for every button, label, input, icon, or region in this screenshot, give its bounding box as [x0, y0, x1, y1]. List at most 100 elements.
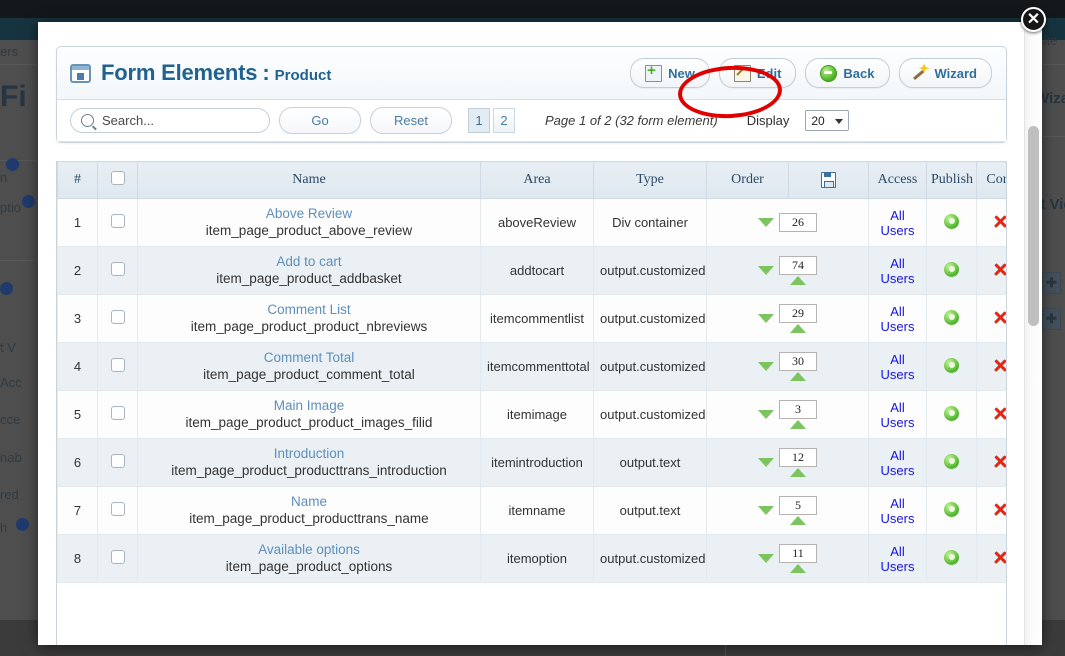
table-row[interactable]: 3 Comment List item_page_product_product_n…: [57, 294, 1006, 343]
row-name-link[interactable]: Comment List: [144, 302, 474, 318]
publish-status-icon[interactable]: [944, 405, 959, 421]
table-row[interactable]: 5 Main Image item_page_product_product_ima…: [57, 390, 1006, 439]
col-header-access[interactable]: Access: [868, 161, 927, 199]
row-access-link[interactable]: All Users: [881, 448, 915, 478]
move-up-arrow[interactable]: [790, 276, 806, 285]
page-button-1[interactable]: 1: [468, 108, 490, 133]
table-row[interactable]: 4 Comment Total item_page_product_comment_…: [57, 342, 1006, 391]
move-down-arrow[interactable]: [758, 218, 774, 227]
move-up-arrow[interactable]: [790, 372, 806, 381]
table-row[interactable]: 7 Name item_page_product_producttrans_name…: [57, 486, 1006, 535]
row-checkbox[interactable]: [110, 262, 125, 276]
col-header-type[interactable]: Type: [593, 161, 707, 199]
move-down-arrow[interactable]: [758, 554, 774, 563]
page-button-2[interactable]: 2: [493, 108, 515, 133]
edit-button[interactable]: Edit: [718, 58, 797, 88]
search-box[interactable]: [70, 108, 270, 133]
publish-status-icon[interactable]: [944, 261, 959, 277]
row-order-cell: [706, 342, 869, 391]
display-count-select[interactable]: 20: [805, 110, 850, 131]
modal-scrollbar-thumb[interactable]: [1028, 126, 1039, 326]
order-arrows: [758, 554, 774, 563]
publish-status-icon[interactable]: [944, 501, 959, 517]
col-header-index[interactable]: #: [57, 161, 98, 199]
move-up-arrow[interactable]: [790, 468, 806, 477]
row-access-link[interactable]: All Users: [881, 304, 915, 334]
publish-status-icon[interactable]: [944, 213, 959, 229]
go-button[interactable]: Go: [279, 107, 361, 134]
order-input[interactable]: [779, 448, 817, 467]
wizard-button[interactable]: Wizard: [898, 58, 992, 88]
close-modal-button[interactable]: ✕: [1021, 7, 1046, 32]
move-down-arrow[interactable]: [758, 410, 774, 419]
modal-scrollbar[interactable]: [1024, 30, 1042, 645]
row-name-code: item_page_product_options: [225, 559, 393, 574]
publish-status-icon[interactable]: [944, 357, 959, 373]
select-all-checkbox[interactable]: [110, 170, 125, 185]
move-up-arrow[interactable]: [790, 324, 806, 333]
core-status-icon[interactable]: [992, 453, 1006, 469]
search-input[interactable]: [100, 112, 259, 129]
row-name-link[interactable]: Available options: [144, 542, 474, 558]
order-input[interactable]: [779, 304, 817, 323]
row-name-link[interactable]: Main Image: [144, 398, 474, 414]
row-checkbox[interactable]: [110, 454, 125, 468]
core-status-icon[interactable]: [992, 357, 1006, 373]
order-input[interactable]: [779, 544, 817, 563]
row-access-link[interactable]: All Users: [881, 208, 915, 238]
table-row[interactable]: 6 Introduction item_page_product_producttr…: [57, 438, 1006, 487]
row-name-link[interactable]: Add to cart: [144, 254, 474, 270]
col-header-area[interactable]: Area: [480, 161, 594, 199]
move-down-arrow[interactable]: [758, 266, 774, 275]
move-down-arrow[interactable]: [758, 506, 774, 515]
reset-button[interactable]: Reset: [370, 107, 452, 134]
row-access-link[interactable]: All Users: [881, 496, 915, 526]
core-status-icon[interactable]: [992, 549, 1006, 565]
row-checkbox[interactable]: [110, 406, 125, 420]
save-order-icon[interactable]: [821, 171, 836, 188]
back-button[interactable]: Back: [805, 58, 890, 88]
row-name-link[interactable]: Above Review: [144, 206, 474, 222]
row-checkbox[interactable]: [110, 358, 125, 372]
row-access-link[interactable]: All Users: [881, 256, 915, 286]
row-access-link[interactable]: All Users: [881, 544, 915, 574]
col-header-core[interactable]: Core: [976, 161, 1006, 199]
core-status-icon[interactable]: [992, 501, 1006, 517]
col-header-publish[interactable]: Publish: [926, 161, 977, 199]
move-down-arrow[interactable]: [758, 458, 774, 467]
order-input[interactable]: [779, 256, 817, 275]
move-up-arrow[interactable]: [790, 564, 806, 573]
order-input[interactable]: [779, 400, 817, 419]
row-access-link[interactable]: All Users: [881, 400, 915, 430]
move-up-arrow[interactable]: [790, 420, 806, 429]
order-input[interactable]: [779, 213, 817, 232]
row-name-link[interactable]: Comment Total: [144, 350, 474, 366]
move-up-arrow[interactable]: [790, 516, 806, 525]
table-row[interactable]: 1 Above Review item_page_product_above_rev…: [57, 198, 1006, 247]
new-button[interactable]: New: [630, 58, 710, 88]
core-status-icon[interactable]: [992, 309, 1006, 325]
row-checkbox[interactable]: [110, 550, 125, 564]
order-input[interactable]: [779, 496, 817, 515]
publish-status-icon[interactable]: [944, 309, 959, 325]
order-input[interactable]: [779, 352, 817, 371]
publish-status-icon[interactable]: [944, 549, 959, 565]
move-down-arrow[interactable]: [758, 314, 774, 323]
row-checkbox[interactable]: [110, 502, 125, 516]
row-select-cell: [97, 294, 138, 343]
core-status-icon[interactable]: [992, 405, 1006, 421]
row-checkbox[interactable]: [110, 214, 125, 228]
row-checkbox[interactable]: [110, 310, 125, 324]
table-row[interactable]: 2 Add to cart item_page_product_addbasket a…: [57, 246, 1006, 295]
row-name-link[interactable]: Introduction: [144, 446, 474, 462]
col-header-order[interactable]: Order: [706, 161, 789, 199]
publish-status-icon[interactable]: [944, 453, 959, 469]
table-row[interactable]: 8 Available options item_page_product_opti…: [57, 534, 1006, 583]
core-status-icon[interactable]: [992, 261, 1006, 277]
row-name-code: item_page_product_comment_total: [203, 367, 415, 382]
row-name-link[interactable]: Name: [144, 494, 474, 510]
move-down-arrow[interactable]: [758, 362, 774, 371]
col-header-name[interactable]: Name: [137, 161, 481, 199]
core-status-icon[interactable]: [992, 213, 1006, 229]
row-access-link[interactable]: All Users: [881, 352, 915, 382]
